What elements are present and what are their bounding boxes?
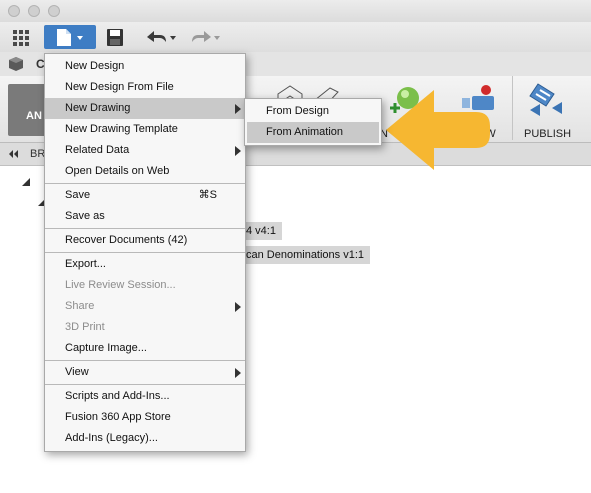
submenu-arrow-icon: [235, 368, 241, 378]
menu-item-label: Related Data: [65, 144, 130, 156]
menu-item-recover-documents[interactable]: Recover Documents (42): [45, 230, 245, 251]
menu-item-new-design[interactable]: New Design: [45, 56, 245, 77]
chevron-down-icon: [77, 36, 83, 40]
file-icon: [57, 29, 83, 46]
menu-item-new-drawing[interactable]: New Drawing: [45, 98, 245, 119]
file-menu-button[interactable]: [44, 25, 96, 49]
main-toolbar: [0, 22, 591, 53]
zoom-window-button[interactable]: [48, 5, 60, 17]
menu-item-scripts-and-add-ins[interactable]: Scripts and Add-Ins...: [45, 386, 245, 407]
menu-item-new-drawing-template[interactable]: New Drawing Template: [45, 119, 245, 140]
menu-item-related-data[interactable]: Related Data: [45, 140, 245, 161]
workspace-switcher[interactable]: AN: [8, 84, 48, 136]
ribbon-divider: [512, 76, 513, 140]
menu-item-add-ins-legacy[interactable]: Add-Ins (Legacy)...: [45, 428, 245, 449]
menu-item-label: Share: [65, 300, 95, 312]
menu-item-label: Save: [65, 189, 91, 201]
menu-item-app-store[interactable]: Fusion 360 App Store: [45, 407, 245, 428]
menu-item-save-as[interactable]: Save as: [45, 206, 245, 227]
workspace-label: AN: [26, 110, 42, 122]
redo-button[interactable]: [186, 25, 224, 49]
cube-icon: [9, 57, 23, 71]
save-shortcut: ⌘S: [198, 189, 217, 201]
menu-item-3d-print: 3D Print: [65, 321, 105, 333]
chevron-down-icon: [170, 36, 176, 40]
save-icon: [107, 29, 123, 46]
file-menu: New Design New Design From File New Draw…: [44, 53, 246, 452]
menu-item-new-design-from-file[interactable]: New Design From File: [45, 77, 245, 98]
app-window: C AN N EW: [0, 0, 591, 493]
menu-item-label: View: [65, 366, 89, 378]
title-bar: [0, 0, 591, 23]
menu-separator: [45, 384, 245, 385]
menu-item-view[interactable]: View: [45, 362, 245, 383]
menu-item-label: New Drawing: [65, 102, 131, 114]
tree-item-component[interactable]: 4 v4:1: [240, 222, 282, 240]
chevron-down-icon: [214, 36, 220, 40]
minimize-window-button[interactable]: [28, 5, 40, 17]
save-button[interactable]: [102, 25, 128, 49]
submenu-item-from-design[interactable]: From Design: [245, 101, 381, 122]
undo-button[interactable]: [142, 25, 180, 49]
undo-icon: [147, 31, 176, 42]
close-window-button[interactable]: [8, 5, 20, 17]
redo-icon: [192, 31, 220, 42]
submenu-item-from-animation[interactable]: From Animation: [247, 122, 379, 143]
publish-icon: [529, 83, 562, 116]
publish-button[interactable]: PUBLISH: [518, 80, 574, 140]
submenu-arrow-icon: [235, 104, 241, 114]
submenu-arrow-icon: [235, 302, 241, 312]
menu-separator: [45, 360, 245, 361]
browser-label: BR: [30, 148, 46, 160]
collapse-icon[interactable]: [8, 149, 20, 159]
menu-item-live-review-session: Live Review Session...: [65, 279, 176, 291]
menu-item-share: Share: [45, 296, 245, 317]
grid-icon: [13, 30, 29, 46]
submenu-arrow-icon: [235, 146, 241, 156]
menu-item-save[interactable]: Save ⌘S: [45, 185, 245, 206]
menu-item-export[interactable]: Export...: [45, 254, 245, 275]
tree-item-denominations[interactable]: can Denominations v1:1: [240, 246, 371, 264]
new-drawing-submenu: From Design From Animation: [244, 98, 382, 146]
callout-arrow-icon: [386, 90, 490, 170]
publish-label: PUBLISH: [524, 128, 572, 140]
menu-item-open-details-on-web[interactable]: Open Details on Web: [45, 161, 245, 182]
menu-separator: [45, 228, 245, 229]
menu-separator: [45, 252, 245, 253]
app-grid-button[interactable]: [8, 25, 34, 49]
expand-triangle-icon[interactable]: [20, 176, 32, 188]
menu-item-capture-image[interactable]: Capture Image...: [45, 338, 245, 359]
menu-separator: [45, 183, 245, 184]
